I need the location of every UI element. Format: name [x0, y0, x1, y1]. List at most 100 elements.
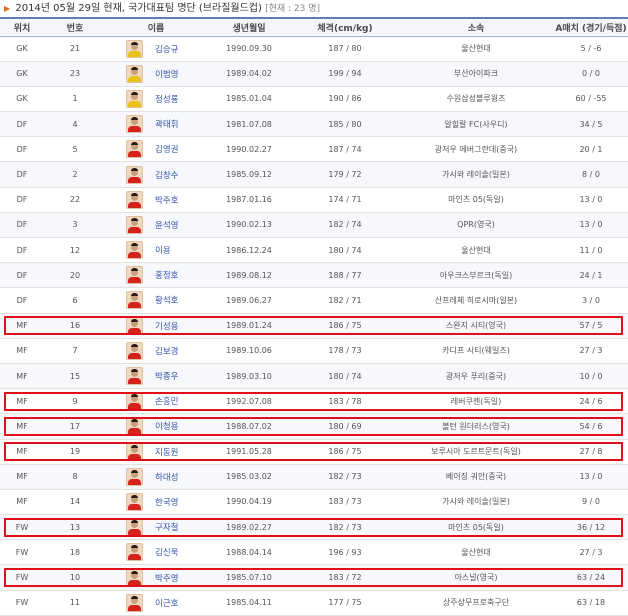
- player-photo-icon[interactable]: [126, 140, 143, 159]
- cell-birthdate: 1989.10.06: [206, 338, 292, 364]
- cell-name: 김신욱: [106, 539, 206, 566]
- table-row: MF 15 박종우 1989.03.10 180 / 74 광저우 푸리(중국) 10 / …: [0, 363, 628, 390]
- player-photo-icon[interactable]: [126, 190, 143, 209]
- table-row: MF 16 기성용 1989.01.24 186 / 75 스완지 시티(영국) 57 / …: [0, 313, 628, 339]
- player-photo-icon[interactable]: [126, 64, 143, 83]
- player-name-link[interactable]: 박종우: [155, 370, 178, 382]
- player-photo-icon[interactable]: [126, 543, 143, 562]
- cell-club: 울산현대: [398, 237, 554, 264]
- cell-physique: 199 / 94: [292, 61, 398, 87]
- player-photo-icon[interactable]: [126, 215, 143, 234]
- player-name-link[interactable]: 이근호: [155, 597, 178, 609]
- player-photo-icon[interactable]: [126, 568, 143, 587]
- cell-birthdate: 1985.01.04: [206, 86, 292, 113]
- player-photo-icon[interactable]: [126, 518, 143, 537]
- player-name-link[interactable]: 김창수: [155, 169, 178, 181]
- player-photo-icon[interactable]: [126, 593, 143, 612]
- cell-position: DF: [0, 287, 44, 314]
- cell-name: 김창수: [106, 161, 206, 188]
- player-photo-icon[interactable]: [126, 467, 143, 486]
- cell-name: 이청용: [106, 413, 206, 440]
- player-photo-icon[interactable]: [126, 367, 143, 386]
- player-name-link[interactable]: 하대성: [155, 471, 178, 483]
- cell-name: 윤석영: [106, 212, 206, 239]
- cell-a-match: 27 / 3: [554, 338, 628, 364]
- cell-physique: 183 / 72: [292, 564, 398, 591]
- table-row: GK 21 김승규 1990.09.30 187 / 80 울산현대 5 / -6: [0, 36, 628, 62]
- table-row: MF 9 손흥민 1992.07.08 183 / 78 레버쿠젠(독일) 24 / 6: [0, 388, 628, 415]
- player-name-link[interactable]: 박주호: [155, 194, 178, 206]
- player-photo-icon[interactable]: [126, 417, 143, 436]
- player-name-link[interactable]: 지동원: [155, 446, 178, 458]
- cell-a-match: 36 / 12: [554, 514, 628, 541]
- player-photo-icon[interactable]: [126, 39, 143, 58]
- cell-position: MF: [0, 313, 44, 339]
- table-row: FW 10 박주영 1985.07.10 183 / 72 아스널(영국) 63 / 24: [0, 564, 628, 591]
- cell-a-match: 13 / 0: [554, 187, 628, 213]
- cell-position: GK: [0, 61, 44, 87]
- player-name-link[interactable]: 구자철: [155, 521, 178, 533]
- player-name-link[interactable]: 정성룡: [155, 93, 178, 105]
- player-name-link[interactable]: 홍정호: [155, 269, 178, 281]
- triangle-marker-icon: ▶: [4, 4, 11, 13]
- player-photo-icon[interactable]: [126, 341, 143, 360]
- player-name-link[interactable]: 이용: [155, 244, 171, 256]
- cell-number: 17: [44, 413, 106, 440]
- player-photo-icon[interactable]: [126, 89, 143, 108]
- player-name-link[interactable]: 김보경: [155, 345, 178, 357]
- cell-number: 6: [44, 287, 106, 314]
- cell-name: 손흥민: [106, 388, 206, 415]
- cell-name: 정성룡: [106, 86, 206, 113]
- cell-club: 부산아이파크: [398, 61, 554, 87]
- player-name-link[interactable]: 손흥민: [155, 395, 178, 407]
- player-name-link[interactable]: 한국영: [155, 496, 178, 508]
- player-photo-icon[interactable]: [126, 165, 143, 184]
- cell-a-match: 63 / 18: [554, 590, 628, 616]
- player-photo-icon[interactable]: [126, 115, 143, 134]
- player-photo-icon[interactable]: [126, 316, 143, 335]
- cell-club: 가시와 레이솔(일본): [398, 489, 554, 516]
- cell-club: 울산현대: [398, 36, 554, 62]
- player-name-link[interactable]: 이범영: [155, 68, 178, 80]
- player-name-link[interactable]: 박주영: [155, 572, 178, 584]
- player-photo-icon[interactable]: [126, 392, 143, 411]
- cell-name: 홍정호: [106, 262, 206, 289]
- cell-club: 광저우 에버그란데(중국): [398, 136, 554, 163]
- cell-club: 보루시아 도르트문트(독일): [398, 439, 554, 465]
- player-name-link[interactable]: 윤석영: [155, 219, 178, 231]
- player-name-link[interactable]: 이청용: [155, 420, 178, 432]
- player-photo-icon[interactable]: [126, 291, 143, 310]
- player-photo-icon[interactable]: [126, 241, 143, 260]
- cell-physique: 178 / 73: [292, 338, 398, 364]
- cell-physique: 196 / 93: [292, 539, 398, 566]
- player-name-link[interactable]: 곽태휘: [155, 118, 178, 130]
- player-name-link[interactable]: 황석호: [155, 294, 178, 306]
- cell-number: 13: [44, 514, 106, 541]
- cell-a-match: 60 / -55: [554, 86, 628, 113]
- player-name-link[interactable]: 기성용: [155, 320, 178, 332]
- cell-position: FW: [0, 514, 44, 541]
- player-name-link[interactable]: 김승규: [155, 43, 178, 55]
- cell-birthdate: 1989.03.10: [206, 363, 292, 390]
- table-row: FW 18 김신욱 1988.04.14 196 / 93 울산현대 27 / 3: [0, 539, 628, 566]
- cell-physique: 179 / 72: [292, 161, 398, 188]
- cell-birthdate: 1991.05.28: [206, 439, 292, 465]
- cell-physique: 174 / 71: [292, 187, 398, 213]
- player-name-link[interactable]: 김신욱: [155, 546, 178, 558]
- roster-table: 위치 번호 이름 생년월일 체격(cm/kg) 소속 A매치 (경기/득점) G…: [0, 17, 628, 616]
- table-row: MF 19 지동원 1991.05.28 186 / 75 보루시아 도르트문트(독일) 2…: [0, 439, 628, 465]
- cell-physique: 180 / 74: [292, 237, 398, 264]
- player-photo-icon[interactable]: [126, 266, 143, 285]
- cell-club: 알힐랄 FC(사우디): [398, 111, 554, 138]
- cell-birthdate: 1985.09.12: [206, 161, 292, 188]
- header-birthdate: 생년월일: [206, 17, 292, 37]
- player-name-link[interactable]: 김영권: [155, 143, 178, 155]
- cell-birthdate: 1989.01.24: [206, 313, 292, 339]
- player-photo-icon[interactable]: [126, 492, 143, 511]
- cell-position: MF: [0, 363, 44, 390]
- cell-club: 가시와 레이솔(일본): [398, 161, 554, 188]
- player-photo-icon[interactable]: [126, 442, 143, 461]
- cell-number: 20: [44, 262, 106, 289]
- cell-name: 곽태휘: [106, 111, 206, 138]
- table-header-row: 위치 번호 이름 생년월일 체격(cm/kg) 소속 A매치 (경기/득점): [0, 17, 628, 37]
